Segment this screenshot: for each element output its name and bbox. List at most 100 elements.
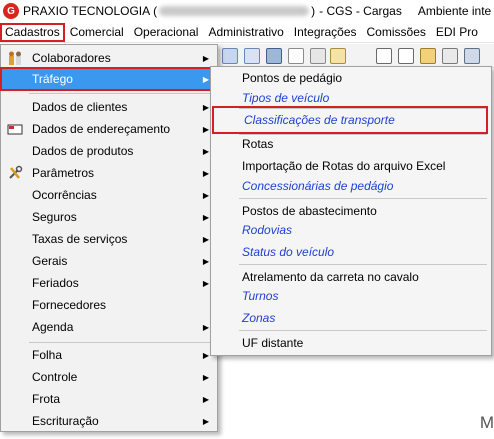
menu-item-label: Taxas de serviços xyxy=(32,232,128,246)
menu-item-label: Colaboradores xyxy=(32,51,111,65)
menu-item-fornecedores[interactable]: Fornecedores xyxy=(1,294,217,316)
trafego-submenu: Pontos de pedágio Tipos de veículo Class… xyxy=(210,66,492,356)
menu-item-feriados[interactable]: Feriados ▶ xyxy=(1,272,217,294)
title-environment: Ambiente inte xyxy=(417,4,492,18)
menu-item-ocorrencias[interactable]: Ocorrências ▶ xyxy=(1,184,217,206)
triangle-right-icon: ▶ xyxy=(202,234,209,244)
toolbar-building-icon[interactable] xyxy=(266,48,282,64)
menu-item-label: Seguros xyxy=(32,210,77,224)
toolbar-report-icon[interactable] xyxy=(398,48,414,64)
menu-item-folha[interactable]: Folha ▶ xyxy=(1,344,217,366)
people-icon xyxy=(7,50,23,66)
menu-item-frota[interactable]: Frota ▶ xyxy=(1,388,217,410)
toolbar-print-icon[interactable] xyxy=(222,48,238,64)
triangle-right-icon: ▶ xyxy=(202,256,209,266)
triangle-right-icon: ▶ xyxy=(202,372,209,382)
submenu-item-concessionarias[interactable]: Concessionárias de pedágio xyxy=(211,175,491,197)
menu-item-label: Dados de produtos xyxy=(32,144,134,158)
redacted-text xyxy=(159,6,310,16)
triangle-right-icon: ▶ xyxy=(202,322,209,332)
menu-item-label: Folha xyxy=(32,348,63,362)
menu-item-parametros[interactable]: Parâmetros ▶ xyxy=(1,162,217,184)
corner-glyph: M xyxy=(479,413,494,432)
submenu-item-label: UF distante xyxy=(242,336,304,350)
triangle-right-icon: ▶ xyxy=(202,416,209,426)
toolbar-printer-icon[interactable] xyxy=(464,48,480,64)
submenu-item-zonas[interactable]: Zonas xyxy=(211,307,491,329)
envelope-icon xyxy=(7,121,23,137)
menu-item-dados-enderecamento[interactable]: Dados de endereçamento ▶ xyxy=(1,118,217,140)
menu-item-label: Parâmetros xyxy=(32,166,95,180)
submenu-item-importacao-rotas[interactable]: Importação de Rotas do arquivo Excel xyxy=(211,155,491,177)
menu-operacional[interactable]: Operacional xyxy=(129,23,204,42)
toolbar-attach-icon[interactable] xyxy=(442,48,458,64)
submenu-item-uf-distante[interactable]: UF distante xyxy=(211,332,491,354)
submenu-item-label: Turnos xyxy=(242,289,279,303)
toolbar-document-icon[interactable] xyxy=(288,48,304,64)
menu-item-controle[interactable]: Controle ▶ xyxy=(1,366,217,388)
submenu-item-rotas[interactable]: Rotas xyxy=(211,133,491,155)
menu-item-dados-produtos[interactable]: Dados de produtos ▶ xyxy=(1,140,217,162)
menu-item-agenda[interactable]: Agenda ▶ xyxy=(1,316,217,338)
menu-item-label: Fornecedores xyxy=(32,298,107,312)
triangle-right-icon: ▶ xyxy=(202,124,209,134)
submenu-item-status-veiculo[interactable]: Status do veículo xyxy=(211,241,491,263)
menu-separator xyxy=(29,93,213,94)
menu-item-gerais[interactable]: Gerais ▶ xyxy=(1,250,217,272)
toolbar-tools-icon[interactable] xyxy=(420,48,436,64)
menu-item-label: Ocorrências xyxy=(32,188,97,202)
menu-item-label: Feriados xyxy=(32,276,79,290)
title-open-paren: ( xyxy=(153,4,158,18)
cadastros-menu: Colaboradores ▶ Tráfego ▶ Dados de clien… xyxy=(0,44,218,432)
menu-separator xyxy=(29,342,213,343)
title-company: PRAXIO TECNOLOGIA xyxy=(23,4,151,18)
toolbar-copy-icon[interactable] xyxy=(244,48,260,64)
menu-edi[interactable]: EDI Pro xyxy=(431,23,483,42)
triangle-right-icon: ▶ xyxy=(202,74,209,84)
menu-comercial[interactable]: Comercial xyxy=(65,23,129,42)
menu-item-dados-clientes[interactable]: Dados de clientes ▶ xyxy=(1,96,217,118)
submenu-item-pontos-pedagio[interactable]: Pontos de pedágio xyxy=(211,67,491,89)
menu-item-trafego[interactable]: Tráfego ▶ xyxy=(0,67,218,91)
toolbar-preview-icon[interactable] xyxy=(376,48,392,64)
menu-cadastros[interactable]: Cadastros xyxy=(0,22,65,42)
menu-item-label: Escrituração xyxy=(32,414,99,428)
menu-integracoes[interactable]: Integrações xyxy=(289,23,362,42)
menu-separator xyxy=(239,264,487,265)
submenu-item-label: Rotas xyxy=(242,137,274,151)
submenu-item-rodovias[interactable]: Rodovias xyxy=(211,219,491,241)
submenu-item-label: Status do veículo xyxy=(242,245,335,259)
menu-administrativo[interactable]: Administrativo xyxy=(203,23,288,42)
submenu-item-label: Concessionárias de pedágio xyxy=(242,179,394,193)
triangle-right-icon: ▶ xyxy=(202,146,209,156)
menu-separator xyxy=(239,330,487,331)
triangle-right-icon: ▶ xyxy=(202,278,209,288)
menu-item-colaboradores[interactable]: Colaboradores ▶ xyxy=(1,47,217,69)
menu-separator xyxy=(239,198,487,199)
menu-item-taxas-servicos[interactable]: Taxas de serviços ▶ xyxy=(1,228,217,250)
menu-item-label: Dados de clientes xyxy=(32,100,128,114)
submenu-item-label: Importação de Rotas do arquivo Excel xyxy=(242,159,446,173)
menu-comissoes[interactable]: Comissões xyxy=(362,23,431,42)
menu-item-seguros[interactable]: Seguros ▶ xyxy=(1,206,217,228)
menu-item-label: Gerais xyxy=(32,254,68,268)
submenu-item-label: Postos de abastecimento xyxy=(242,204,377,218)
menu-item-label: Dados de endereçamento xyxy=(32,122,171,136)
toolbar-search-icon[interactable] xyxy=(330,48,346,64)
triangle-right-icon: ▶ xyxy=(202,350,209,360)
toolbar-refresh-icon[interactable] xyxy=(310,48,326,64)
triangle-right-icon: ▶ xyxy=(202,102,209,112)
title-suffix: - CGS - Cargas xyxy=(319,4,402,18)
submenu-item-label: Atrelamento da carreta no cavalo xyxy=(242,270,419,284)
menu-bar: Cadastros Comercial Operacional Administ… xyxy=(0,22,494,43)
submenu-item-label: Rodovias xyxy=(242,223,293,237)
submenu-item-label: Classificações de transporte xyxy=(244,113,395,127)
submenu-item-tipos-veiculo[interactable]: Tipos de veículo xyxy=(211,87,491,109)
menu-item-escrituracao[interactable]: Escrituração ▶ xyxy=(1,410,217,432)
submenu-item-classificacoes-transporte[interactable]: Classificações de transporte xyxy=(212,106,488,134)
submenu-item-label: Tipos de veículo xyxy=(242,91,330,105)
submenu-item-turnos[interactable]: Turnos xyxy=(211,285,491,307)
menu-item-label: Agenda xyxy=(32,320,74,334)
menu-item-label: Frota xyxy=(32,392,61,406)
title-close-paren: ) xyxy=(311,4,316,18)
